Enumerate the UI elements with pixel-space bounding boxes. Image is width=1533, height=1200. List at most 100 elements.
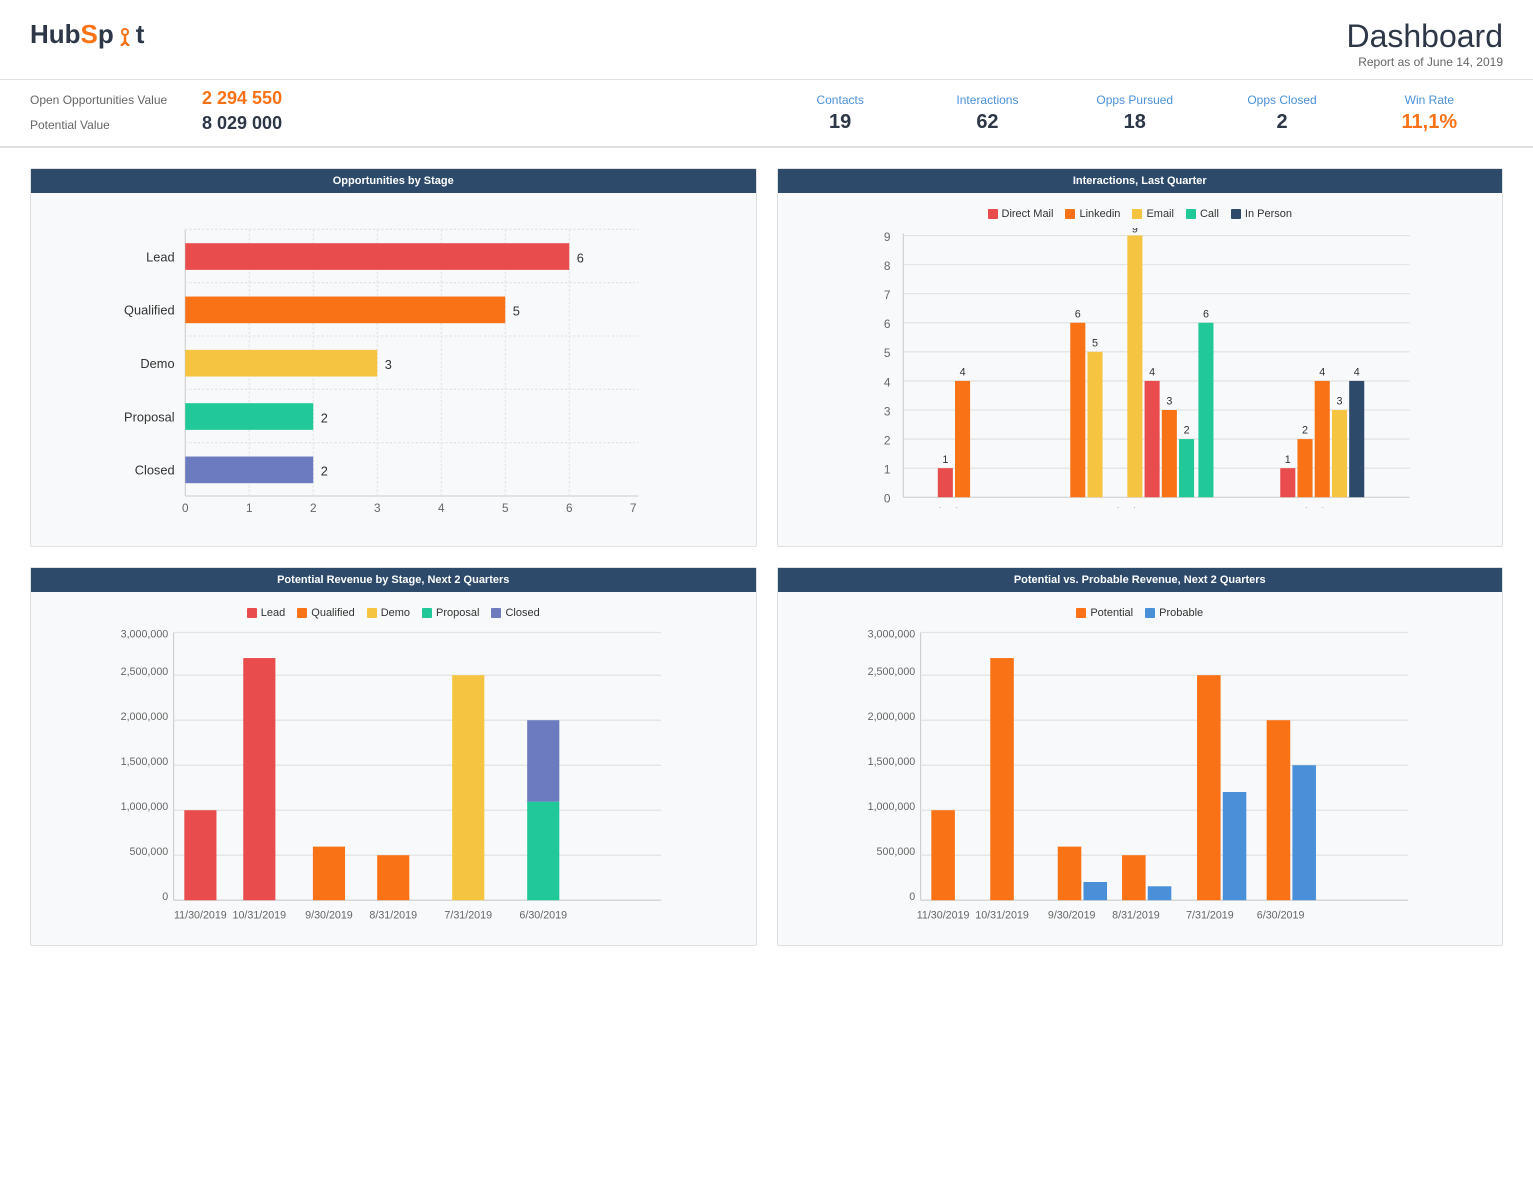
chart3-legend: Lead Qualified Demo Proposal Closed — [46, 607, 741, 619]
legend-direct-mail: Direct Mail — [988, 208, 1054, 220]
open-opps-value: 2 294 550 — [202, 88, 282, 109]
svg-text:11/30/2019: 11/30/2019 — [174, 909, 227, 921]
legend-dot-linkedin — [1065, 209, 1075, 219]
svg-text:6/14/2019: 6/14/2019 — [930, 506, 983, 508]
svg-text:8/31/2019: 8/31/2019 — [369, 909, 417, 921]
bar-6-30-proposal — [527, 802, 559, 901]
svg-text:10/31/2019: 10/31/2019 — [233, 909, 287, 921]
svg-text:7/31/2019: 7/31/2019 — [1186, 909, 1234, 921]
opps-pursued-col: Opps Pursued 18 — [1061, 93, 1208, 134]
svg-text:8: 8 — [883, 259, 890, 273]
svg-text:500,000: 500,000 — [130, 846, 169, 858]
bar-closed — [185, 457, 313, 484]
svg-text:2: 2 — [321, 464, 328, 479]
legend3-lead: Lead — [247, 607, 285, 619]
bar-9-30-qualified — [313, 847, 345, 901]
chart4-svg: 0 500,000 1,000,000 1,500,000 2,000,000 … — [793, 627, 1488, 927]
legend-dot-email — [1132, 209, 1142, 219]
svg-text:5/31/2019: 5/31/2019 — [1108, 506, 1161, 508]
svg-text:Proposal: Proposal — [124, 409, 175, 424]
svg-text:10/31/2019: 10/31/2019 — [975, 909, 1029, 921]
legend-in-person: In Person — [1231, 208, 1292, 220]
bar-4-8-potential — [1122, 855, 1146, 900]
legend4-potential: Potential — [1076, 607, 1133, 619]
interactions-value: 62 — [914, 111, 1061, 134]
legend3-qualified: Qualified — [297, 607, 354, 619]
svg-text:5: 5 — [513, 304, 520, 319]
svg-text:4/30/2019: 4/30/2019 — [1297, 506, 1350, 508]
svg-text:1,500,000: 1,500,000 — [121, 756, 169, 768]
opps-closed-col: Opps Closed 2 — [1208, 93, 1355, 134]
svg-text:0: 0 — [883, 492, 890, 506]
bar-11-30-lead — [184, 810, 216, 900]
svg-text:9: 9 — [883, 230, 890, 244]
dashboard-title: Dashboard Report as of June 14, 2019 — [1346, 18, 1503, 69]
report-date: Report as of June 14, 2019 — [1346, 55, 1503, 69]
svg-text:2,500,000: 2,500,000 — [121, 666, 169, 678]
svg-text:8/31/2019: 8/31/2019 — [1112, 909, 1160, 921]
win-rate-col: Win Rate 11,1% — [1356, 93, 1503, 134]
bar-4-6-probable — [1292, 765, 1316, 900]
svg-text:6: 6 — [577, 250, 584, 265]
svg-text:4: 4 — [438, 502, 445, 515]
chart4-header: Potential vs. Probable Revenue, Next 2 Q… — [778, 568, 1503, 592]
chart1-svg: Lead Qualified Demo Proposal Closed 0 1 … — [46, 208, 741, 528]
svg-text:2: 2 — [883, 433, 890, 447]
page-header: HubSpt Dashboard Report as of June 14, 2… — [0, 0, 1533, 80]
legend3-closed: Closed — [491, 607, 539, 619]
legend3-proposal: Proposal — [422, 607, 479, 619]
svg-text:4: 4 — [1319, 367, 1325, 379]
bar-8-31-qualified — [377, 855, 409, 900]
svg-text:6: 6 — [566, 502, 573, 515]
bar-4-6-potential — [1266, 720, 1290, 900]
svg-text:4: 4 — [1353, 367, 1359, 379]
opps-pursued-header: Opps Pursued — [1061, 93, 1208, 107]
bar-4-10-potential — [990, 658, 1014, 900]
svg-text:5: 5 — [1092, 337, 1098, 349]
svg-text:6/30/2019: 6/30/2019 — [1256, 909, 1304, 921]
bar-qualified — [185, 297, 505, 324]
svg-text:3,000,000: 3,000,000 — [121, 629, 169, 641]
svg-text:3,000,000: 3,000,000 — [867, 629, 915, 641]
svg-text:4: 4 — [883, 375, 890, 389]
svg-text:1,000,000: 1,000,000 — [121, 801, 169, 813]
bar-6-30-closed — [527, 720, 559, 801]
svg-text:3: 3 — [1336, 396, 1342, 408]
potential-label: Potential Value — [30, 118, 190, 132]
bar-4-9-potential — [1057, 847, 1081, 901]
svg-text:5: 5 — [502, 502, 509, 515]
win-rate-value: 11,1% — [1356, 111, 1503, 134]
bar-10-31-lead — [243, 658, 275, 900]
contacts-header: Contacts — [767, 93, 914, 107]
opps-pursued-value: 18 — [1061, 111, 1208, 134]
legend-email: Email — [1132, 208, 1174, 220]
svg-text:2: 2 — [1302, 425, 1308, 437]
svg-text:7: 7 — [630, 502, 637, 515]
svg-text:1: 1 — [246, 502, 253, 515]
svg-text:9/30/2019: 9/30/2019 — [1047, 909, 1095, 921]
chart-potential-vs-probable: Potential vs. Probable Revenue, Next 2 Q… — [777, 567, 1504, 946]
svg-text:1: 1 — [942, 454, 948, 466]
chart2-svg: 0 1 2 3 4 5 6 7 8 9 10 — [793, 228, 1488, 508]
interactions-header: Interactions — [914, 93, 1061, 107]
svg-text:2: 2 — [321, 410, 328, 425]
svg-text:3: 3 — [385, 357, 392, 372]
legend-dot-direct-mail — [988, 209, 998, 219]
metrics-left: Open Opportunities Value 2 294 550 Poten… — [30, 88, 767, 138]
dashboard-heading: Dashboard — [1346, 18, 1503, 55]
chart3-svg: 0 500,000 1,000,000 1,500,000 2,000,000 … — [46, 627, 741, 927]
svg-text:5: 5 — [883, 346, 890, 360]
opps-closed-value: 2 — [1208, 111, 1355, 134]
contacts-value: 19 — [767, 111, 914, 134]
svg-text:3: 3 — [374, 502, 381, 515]
chart2-legend: Direct Mail Linkedin Email Call In Perso… — [793, 208, 1488, 220]
svg-text:7/31/2019: 7/31/2019 — [444, 909, 492, 921]
svg-text:3: 3 — [883, 404, 890, 418]
svg-text:Qualified: Qualified — [124, 303, 175, 318]
svg-text:4: 4 — [959, 367, 965, 379]
svg-text:2,000,000: 2,000,000 — [121, 711, 169, 723]
svg-text:6/30/2019: 6/30/2019 — [519, 909, 567, 921]
svg-text:0: 0 — [182, 502, 189, 515]
chart-interactions: Interactions, Last Quarter Direct Mail L… — [777, 168, 1504, 547]
svg-text:7: 7 — [883, 288, 890, 302]
